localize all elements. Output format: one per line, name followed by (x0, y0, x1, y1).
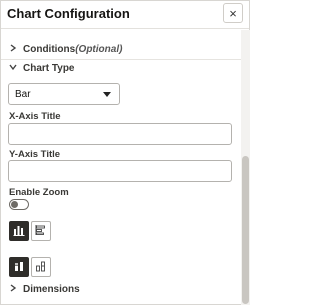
x-axis-title-label: X-Axis Title (9, 111, 61, 122)
panel-header: Chart Configuration × (1, 1, 249, 29)
horizontal-bar-icon (35, 224, 47, 239)
section-conditions-optional: (Optional) (75, 43, 123, 55)
chart-type-select-value: Bar (15, 88, 31, 100)
vertical-bar-icon (13, 224, 25, 239)
section-conditions[interactable]: Conditions (Optional) (9, 41, 122, 57)
toggle-knob (11, 201, 18, 208)
y-axis-title-input[interactable] (8, 160, 232, 182)
section-chart-type-label: Chart Type (23, 62, 75, 74)
chevron-right-icon (9, 44, 19, 54)
config-scroll-area: Conditions (Optional) Chart Type Bar X-A… (1, 37, 241, 305)
chart-configuration-panel: Chart Configuration × Conditions (Option… (0, 0, 250, 305)
grouped-bar-icon (35, 260, 47, 275)
scrollbar-thumb[interactable] (242, 156, 249, 304)
stacked-bar-button[interactable] (9, 257, 29, 277)
enable-zoom-toggle[interactable] (9, 199, 29, 210)
panel-title: Chart Configuration (7, 6, 130, 21)
close-icon: × (229, 5, 237, 21)
section-dimensions[interactable]: Dimensions (9, 281, 80, 297)
vertical-bar-button[interactable] (9, 221, 29, 241)
section-dimensions-label: Dimensions (23, 283, 80, 295)
chart-type-select[interactable]: Bar (8, 83, 120, 105)
grouped-bar-button[interactable] (31, 257, 51, 277)
dropdown-caret-icon (103, 92, 111, 97)
y-axis-title-label: Y-Axis Title (9, 149, 61, 160)
enable-zoom-label: Enable Zoom (9, 187, 69, 198)
chevron-right-icon (9, 284, 19, 294)
horizontal-bar-button[interactable] (31, 221, 51, 241)
section-conditions-label: Conditions (23, 43, 76, 55)
close-button[interactable]: × (223, 3, 243, 23)
section-chart-type[interactable]: Chart Type (9, 60, 75, 76)
chevron-down-icon (9, 63, 19, 73)
stacked-bar-icon (13, 260, 25, 275)
x-axis-title-input[interactable] (8, 123, 232, 145)
